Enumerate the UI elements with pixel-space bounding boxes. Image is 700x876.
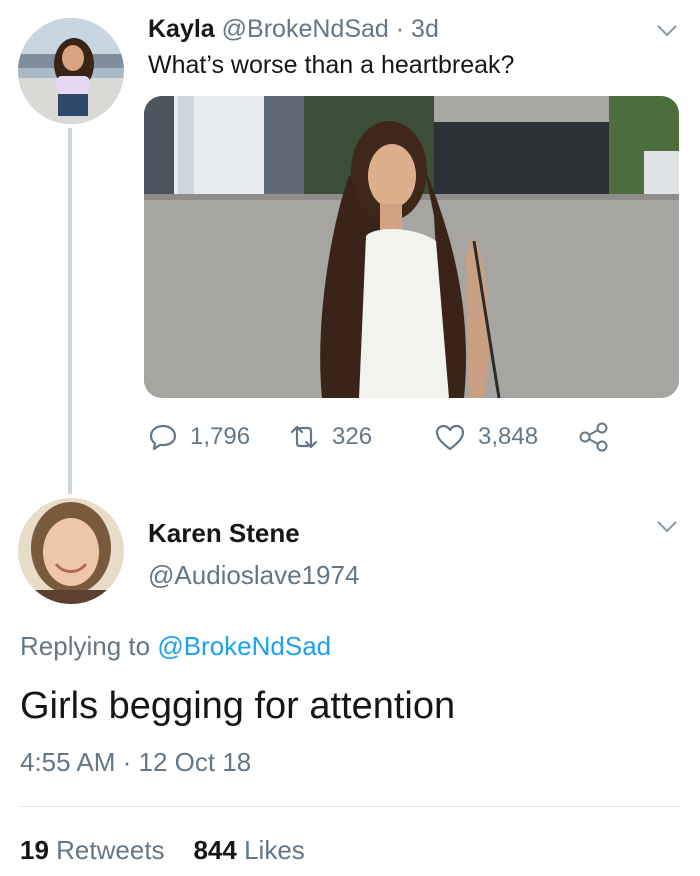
tweet-text: What’s worse than a heartbreak? <box>148 51 515 79</box>
chevron-down-icon[interactable] <box>656 24 678 38</box>
author-handle[interactable]: @BrokeNdSad <box>222 15 389 43</box>
tweet-age[interactable]: 3d <box>411 15 439 43</box>
thread-line <box>68 128 72 494</box>
author-avatar[interactable] <box>18 18 124 124</box>
retweets-stat-label: Retweets <box>56 835 165 865</box>
reply-author-handle[interactable]: @Audioslave1974 <box>148 558 359 592</box>
retweets-stat[interactable]: 19 Retweets <box>20 835 172 865</box>
engagement-stats: 19 Retweets 844 Likes <box>20 832 305 868</box>
reply-icon <box>149 424 177 451</box>
separator-dot: · <box>395 15 405 43</box>
tweet-media-photo[interactable] <box>144 96 679 398</box>
divider <box>20 806 680 807</box>
likes-stat-label: Likes <box>244 835 305 865</box>
author-name[interactable]: Kayla <box>148 15 215 43</box>
likes-stat-count: 844 <box>193 835 237 865</box>
retweets-stat-count: 19 <box>20 835 49 865</box>
replying-prefix: Replying to <box>20 631 151 661</box>
heart-icon <box>435 424 465 451</box>
retweet-icon <box>290 425 318 449</box>
reply-author-avatar[interactable] <box>18 498 124 604</box>
like-count: 3,848 <box>478 423 539 450</box>
tweet-header: Kayla @BrokeNdSad · 3d <box>148 12 439 46</box>
tweet-action-bar: 1,796 326 3,848 <box>148 418 648 456</box>
reply-action[interactable]: 1,796 <box>148 418 250 456</box>
likes-stat[interactable]: 844 Likes <box>193 835 304 865</box>
retweet-count: 326 <box>332 423 373 450</box>
like-action[interactable]: 3,848 <box>434 418 538 456</box>
share-action[interactable] <box>578 418 622 456</box>
share-icon <box>579 422 608 452</box>
retweet-action[interactable]: 326 <box>288 418 372 456</box>
reply-author-name[interactable]: Karen Stene <box>148 516 300 550</box>
replying-to: Replying to @BrokeNdSad <box>20 628 331 664</box>
replying-to-link[interactable]: @BrokeNdSad <box>157 631 331 661</box>
reply-timestamp[interactable]: 4:55 AM · 12 Oct 18 <box>20 744 251 780</box>
reply-text: Girls begging for attention <box>20 685 456 727</box>
reply-count: 1,796 <box>190 423 251 450</box>
chevron-down-icon[interactable] <box>656 520 678 534</box>
